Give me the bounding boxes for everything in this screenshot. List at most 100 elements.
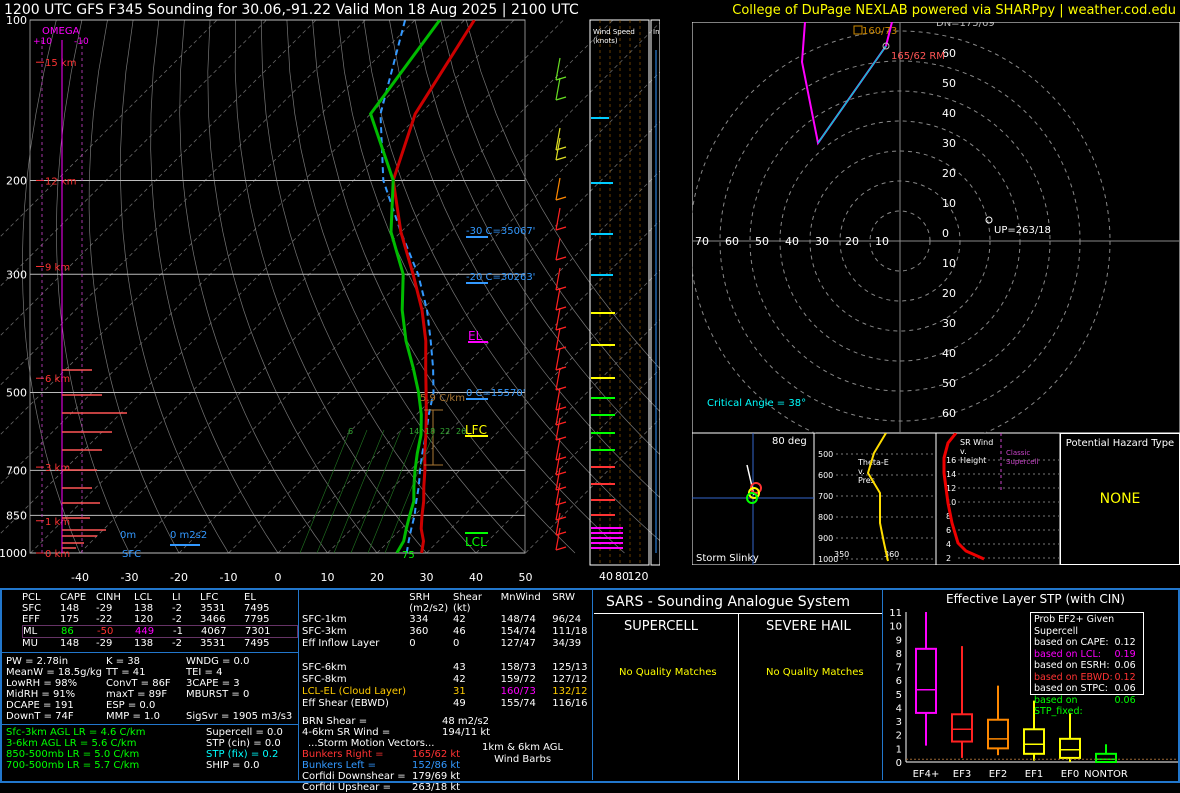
parcel-row: EFF 175 -22 120 -2 3466 7795: [22, 614, 298, 625]
table-cell: CINH: [96, 592, 121, 603]
table-cell: 111/18: [552, 626, 588, 637]
hodo-y-label: 30: [942, 317, 956, 330]
pressure-tick-label: 200: [6, 174, 27, 187]
wind-barb: [555, 287, 561, 311]
table-cell: CAPE: [60, 592, 87, 603]
srwind-ytick: 4: [946, 540, 951, 549]
thermo-row: DCAPE = 191 ESP = 0.0: [6, 700, 306, 711]
lcl-label: LCL: [465, 535, 487, 549]
table-cell: 116/16: [552, 698, 588, 709]
srwind-title: SR Wind: [960, 438, 993, 447]
sr-wind-row: 4-6km SR Wind = 194/11 kt: [302, 727, 592, 738]
table-cell: LFC: [200, 592, 219, 603]
table-cell: -2: [172, 603, 182, 614]
table-cell: [453, 650, 501, 662]
table-cell: 48 m2/s2: [442, 716, 489, 727]
hazard-value: NONE: [1099, 491, 1141, 507]
wind-barb-flag: [555, 306, 567, 311]
table-cell: 7795: [244, 614, 270, 625]
height-label: 15 km: [45, 58, 76, 69]
slinky-title: Storm Slinky: [696, 553, 759, 564]
table-cell: 4-6km SR Wind =: [302, 727, 391, 738]
temp-tick-label: -40: [71, 571, 89, 584]
table-cell: 0: [452, 638, 460, 649]
omega-tick: +10: [33, 37, 52, 47]
lapse-rates: Sfc-3km AGL LR = 4.6 C/km 3-6km AGL LR = …: [6, 727, 196, 771]
sars-supercell-label: SUPERCELL: [624, 619, 698, 634]
wind-barb-flag: [555, 156, 567, 161]
table-cell: maxT = 89F: [106, 689, 168, 700]
credit-line: College of DuPage NEXLAB powered via SHA…: [732, 3, 1176, 18]
table-cell: ESP = 0.0: [106, 700, 156, 711]
table-cell: 96/24: [552, 614, 582, 625]
thetae-ytick: 800: [818, 513, 833, 522]
stp-prob-box: Prob EF2+ Given Supercell based on CAPE: 0…: [1030, 612, 1144, 717]
hodo-ring-label: 70: [695, 235, 709, 248]
wind-barb-flag: [555, 456, 567, 461]
index-line: STP (fix) = 0.2: [206, 749, 279, 760]
wind-barb-flag: [555, 326, 567, 331]
table-cell: 132/12: [552, 686, 588, 697]
kinematic-row: [302, 650, 592, 662]
table-cell: TEI = 4: [186, 667, 223, 678]
temp-tick-label: -10: [220, 571, 238, 584]
pressure-tick-label: 700: [6, 464, 27, 477]
hodo-critical-label: Critical Angle = 38°: [707, 398, 806, 409]
sars-supercell-matches: No Quality Matches: [619, 667, 717, 678]
skewt-frame: [29, 19, 526, 554]
table-cell: [409, 650, 453, 662]
table-cell: 0: [409, 638, 416, 649]
stp-category: EF3: [953, 769, 971, 780]
wind-barb: [555, 367, 561, 391]
sr-wind-chart: SR Windv.HeightClassicSupercell161412108…: [936, 433, 1060, 565]
table-cell: SFC-6km: [302, 662, 347, 673]
temp-tick-label: -20: [170, 571, 188, 584]
table-cell: LCL-EL (Cloud Layer): [302, 686, 407, 697]
table-cell: 334: [409, 614, 429, 625]
lapse-rate-line: Sfc-3km AGL LR = 4.6 C/km: [6, 727, 146, 738]
table-cell: 148: [60, 603, 80, 614]
stp-box: [1059, 737, 1081, 759]
table-cell: PCL: [22, 592, 41, 603]
stp-box: [1095, 752, 1117, 763]
table-cell: 165/62 kt: [412, 749, 461, 760]
table-cell: [409, 674, 453, 686]
table-cell: DCAPE = 191: [6, 700, 74, 711]
table-cell: 42: [452, 614, 466, 625]
table-cell: Corfidi Upshear =: [302, 782, 391, 793]
hodo-y-label: 0: [942, 227, 949, 240]
table-cell: SRW: [552, 592, 576, 603]
pressure-tick-label: 300: [6, 268, 27, 281]
stp-ytick: 1: [896, 744, 902, 755]
storm-motion-row: Corfidi Downshear = 179/69 kt: [302, 771, 592, 782]
table-cell: SFC-1km: [302, 614, 347, 625]
wind-barb-caption: 1km & 6km AGL Wind Barbs: [482, 742, 564, 765]
sars-hail-matches: No Quality Matches: [766, 667, 864, 678]
table-cell: 194/11 kt: [442, 727, 491, 738]
stp-box: [1023, 728, 1045, 755]
thetae-ytick: 900: [818, 534, 833, 543]
table-cell: based on ESRH:: [1034, 660, 1110, 671]
table-cell: 160/73: [500, 686, 536, 697]
table-cell: [302, 650, 409, 662]
table-cell: 7495: [244, 603, 270, 614]
wind-speed-tick: 40: [599, 570, 613, 583]
pressure-tick-label: 850: [6, 509, 27, 522]
table-cell: -2: [172, 638, 182, 649]
thermo-row: MeanW = 18.5g/kg TT = 41 TEI = 4: [6, 667, 306, 678]
height-label: 3 km: [45, 463, 70, 474]
wind-barb-flag: [555, 76, 567, 81]
table-cell: based on STP_fixed:: [1034, 694, 1083, 718]
table-cell: 0.06: [1114, 683, 1136, 694]
srwind-title: v.: [960, 447, 967, 456]
wind-speed-title: (knots): [593, 37, 618, 45]
wind-barb: [555, 177, 561, 201]
hodo-dn-label: DN=175/69: [936, 22, 995, 29]
hodo-ring-label: 50: [755, 235, 769, 248]
table-cell: 7301: [245, 626, 271, 637]
stp-prob-row: based on STPC: 0.06: [1034, 683, 1140, 695]
temp-tick-label: 10: [321, 571, 335, 584]
wind-barb-flag: [555, 226, 567, 231]
temp-tick-label: 0: [275, 571, 282, 584]
stp-category: EF2: [989, 769, 1007, 780]
